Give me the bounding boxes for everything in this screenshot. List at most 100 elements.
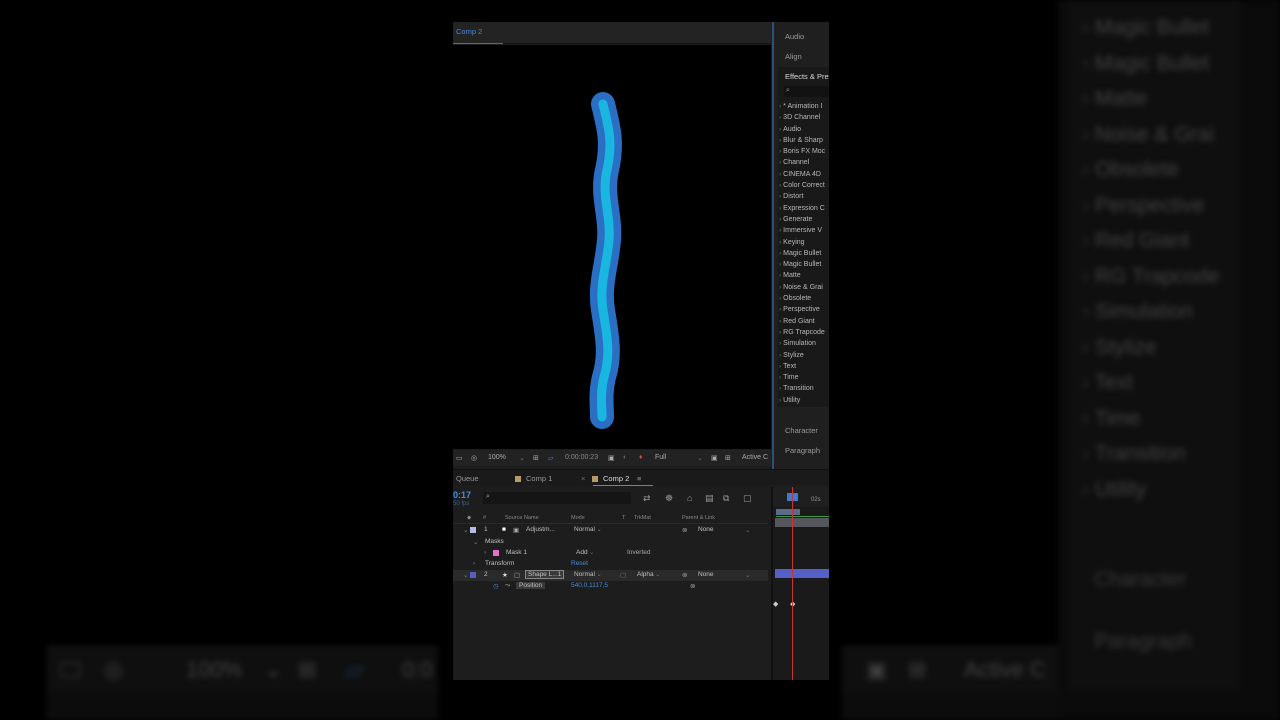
effect-category-item[interactable]: › Transition [779,383,829,394]
layer-row-2[interactable]: ⌄ 2 ★ ▢ Shape L...1 Normal ▢ Alpha ⊚ Non… [453,570,768,581]
tab-comp-2-timeline[interactable]: Comp 2 [592,474,629,483]
mask-visibility-icon[interactable]: ◎ [471,454,477,462]
effects-search-input[interactable]: ⌕ [784,86,829,97]
resolution-dropdown[interactable]: Full [655,454,666,461]
effect-category-item[interactable]: › Obsolete [779,293,829,304]
effect-category-item[interactable]: › Simulation [779,338,829,349]
composition-viewer[interactable] [453,45,771,449]
graph-editor-icon[interactable]: ▢ [743,493,752,504]
col-source-name[interactable]: Source Name [505,515,539,521]
effect-category-item[interactable]: › Matte [779,270,829,281]
shy-layers-icon[interactable]: ⌂ [687,493,692,503]
effect-category-item[interactable]: › Stylize [779,350,829,361]
pick-whip-icon[interactable]: ⊚ [690,582,695,590]
chevron-right-icon[interactable]: › [484,549,486,556]
graph-icon[interactable]: ⤳ [505,582,510,590]
effect-category-item[interactable]: › Magic Bullet [779,259,829,270]
keyframe-icon[interactable]: ◆ [773,600,778,608]
effect-category-item[interactable]: › Perspective [779,304,829,315]
chevron-down-icon[interactable]: ⌄ [463,526,468,534]
position-row[interactable]: ◷ ⤳ Position 540,0,1117,5 ⊚ [453,581,768,592]
effect-category-item[interactable]: › * Animation I [779,101,829,112]
pick-whip-icon[interactable]: ⊚ [682,526,687,534]
trkmat-dropdown[interactable]: Alpha [637,571,660,578]
reset-link[interactable]: Reset [571,560,588,567]
parent-dropdown[interactable]: None [698,571,714,578]
audio-panel-tab[interactable]: Audio [785,32,804,41]
current-time-display[interactable]: 0:00:00:23 [565,454,598,461]
layer-mode-dropdown[interactable]: Normal [574,526,602,533]
effect-category-item[interactable]: › Text [779,361,829,372]
color-channel-icon[interactable]: ♦ [639,454,643,461]
wavy-stroke-shape[interactable] [453,45,771,449]
hamburger-menu-icon[interactable]: ≡ [637,474,641,483]
chevron-down-icon[interactable]: ⌄ [745,571,750,579]
chevron-down-icon[interactable]: ⌄ [745,526,750,534]
effects-presets-title[interactable]: Effects & Pres [785,72,829,81]
position-value[interactable]: 540,0,1117,5 [571,582,608,589]
layer-name[interactable]: Adjustm... [526,526,555,533]
tab-comp-1[interactable]: Comp 1 [515,474,552,483]
effect-category-item[interactable]: › Immersive V [779,225,829,236]
layer-name[interactable]: Shape L...1 [525,570,565,579]
chevron-down-icon[interactable]: ⌄ [519,454,525,462]
monitor-icon[interactable]: ▭ [456,454,463,462]
effect-category-item[interactable]: › Channel [779,157,829,168]
align-panel-tab[interactable]: Align [785,52,802,61]
pick-whip-icon[interactable]: ⊚ [682,571,687,579]
col-parent-link[interactable]: Parent & Link [682,515,715,521]
col-number[interactable]: # [483,515,486,521]
label-column-icon[interactable]: ◆ [467,515,471,521]
chevron-down-icon[interactable]: ⌄ [463,571,468,579]
masks-row[interactable]: ⌄ Masks [453,537,768,548]
fit-frame-icon[interactable]: ⊞ [533,454,539,462]
show-snapshot-icon[interactable]: ◐ [623,454,627,461]
effect-category-item[interactable]: › Utility [779,395,829,406]
inverted-checkbox-label[interactable]: Inverted [627,549,651,556]
effect-category-item[interactable]: › Distort [779,191,829,202]
draft-3d-icon[interactable]: ☸ [665,493,673,504]
close-tab-icon[interactable]: × [581,474,585,483]
effect-category-item[interactable]: › Audio [779,124,829,135]
mask-mode-dropdown[interactable]: Add [576,549,594,556]
effect-category-item[interactable]: › Color Correct [779,180,829,191]
timeline-timecode[interactable]: 0:17 [453,490,471,500]
col-mode[interactable]: Mode [571,515,585,521]
tab-render-queue[interactable]: Queue [456,474,479,483]
effect-category-item[interactable]: › Blur & Sharp [779,135,829,146]
effect-category-item[interactable]: › Boris FX Moc [779,146,829,157]
layer-2-duration-bar[interactable] [775,569,829,578]
snapshot-icon[interactable]: ▣ [608,454,615,462]
effect-category-item[interactable]: › 3D Channel [779,112,829,123]
layer-1-duration-bar[interactable] [775,518,829,527]
composition-flowchart-icon[interactable]: ⇄ [643,493,651,504]
paragraph-panel-tab[interactable]: Paragraph [785,446,820,455]
effect-category-item[interactable]: › Time [779,372,829,383]
grid-icon[interactable]: ⊞ [725,454,731,462]
active-camera-dropdown[interactable]: Active C [742,454,768,461]
transparency-grid-icon[interactable]: ▣ [711,454,718,462]
effect-category-item[interactable]: › Red Giant [779,316,829,327]
effect-category-item[interactable]: › Magic Bullet [779,248,829,259]
effect-category-item[interactable]: › Noise & Grai [779,282,829,293]
effect-category-item[interactable]: › RG Trapcode [779,327,829,338]
playhead-line[interactable] [792,487,793,680]
chevron-right-icon[interactable]: › [473,560,475,567]
timeline-search-input[interactable]: ⌕ [483,492,631,504]
timeline-graph-area[interactable]: 02s ◆ ◆ [771,487,829,680]
effect-category-item[interactable]: › CINEMA 4D [779,169,829,180]
zoom-dropdown[interactable]: 100% [488,454,506,461]
region-of-interest-icon[interactable]: ▱ [548,454,553,462]
layer-mode-dropdown[interactable]: Normal [574,571,602,578]
col-t[interactable]: T [622,515,625,521]
frame-blending-icon[interactable]: ▤ [705,493,714,504]
effect-category-item[interactable]: › Expression C [779,203,829,214]
parent-dropdown[interactable]: None [698,526,714,533]
stopwatch-icon[interactable]: ◷ [493,582,499,590]
transform-row[interactable]: › Transform Reset [453,559,768,570]
mask-1-row[interactable]: › Mask 1 Add Inverted [453,548,768,559]
resolution-chevron-icon[interactable]: ⌄ [697,454,703,462]
position-label[interactable]: Position [516,582,546,589]
preserve-transparency-box[interactable]: ▢ [620,571,626,579]
col-trkmat[interactable]: TrkMat [634,515,651,521]
